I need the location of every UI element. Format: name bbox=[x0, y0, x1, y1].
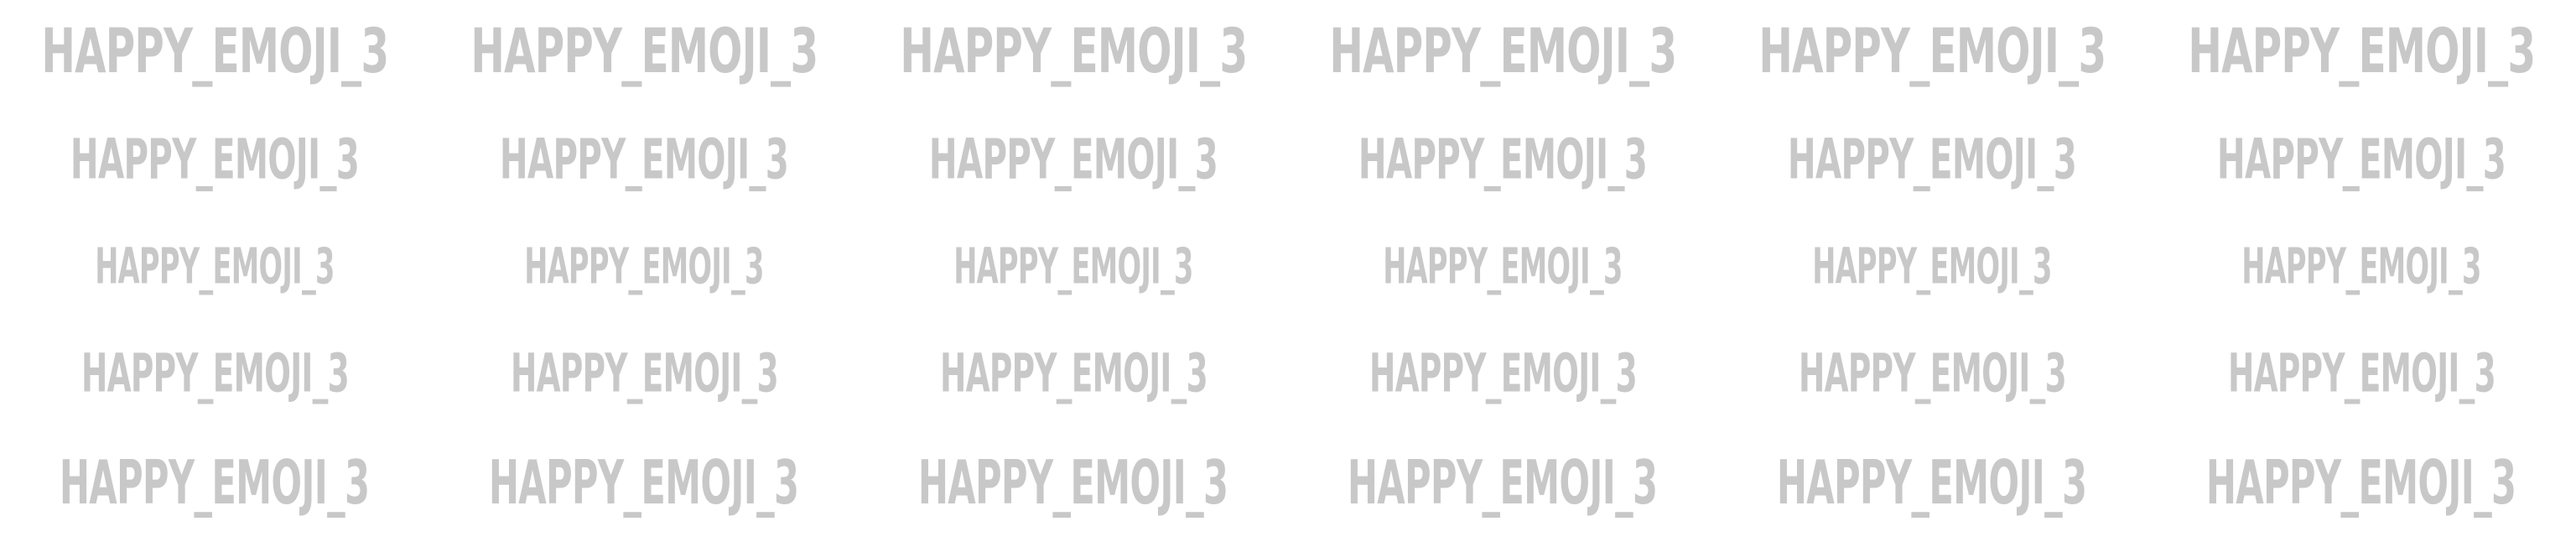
pattern-text: HAPPY_EMOJI_3 bbox=[2206, 448, 2516, 519]
pattern-cell: HAPPY_EMOJI_3 bbox=[429, 324, 859, 425]
pattern-cell: HAPPY_EMOJI_3 bbox=[859, 216, 1288, 317]
pattern-cell: HAPPY_EMOJI_3 bbox=[1717, 433, 2147, 534]
pattern-text: HAPPY_EMOJI_3 bbox=[1812, 237, 2052, 296]
pattern-text: HAPPY_EMOJI_3 bbox=[1358, 127, 1648, 192]
pattern-text: HAPPY_EMOJI_3 bbox=[70, 127, 360, 192]
pattern-cell: HAPPY_EMOJI_3 bbox=[2147, 109, 2576, 210]
pattern-cell: HAPPY_EMOJI_3 bbox=[0, 0, 429, 101]
pattern-text: HAPPY_EMOJI_3 bbox=[2227, 343, 2496, 405]
pattern-cell: HAPPY_EMOJI_3 bbox=[0, 216, 429, 317]
pattern-text: HAPPY_EMOJI_3 bbox=[918, 448, 1228, 519]
pattern-cell: HAPPY_EMOJI_3 bbox=[2147, 216, 2576, 317]
pattern-cell: HAPPY_EMOJI_3 bbox=[0, 109, 429, 210]
pattern-cell: HAPPY_EMOJI_3 bbox=[1717, 0, 2147, 101]
repeated-text-pattern: HAPPY_EMOJI_3 HAPPY_EMOJI_3 HAPPY_EMOJI_… bbox=[0, 0, 2576, 537]
pattern-row-1: HAPPY_EMOJI_3 HAPPY_EMOJI_3 HAPPY_EMOJI_… bbox=[0, 0, 2576, 101]
pattern-cell: HAPPY_EMOJI_3 bbox=[1717, 216, 2147, 317]
pattern-cell: HAPPY_EMOJI_3 bbox=[1288, 324, 1717, 425]
pattern-cell: HAPPY_EMOJI_3 bbox=[859, 109, 1288, 210]
pattern-text: HAPPY_EMOJI_3 bbox=[953, 237, 1193, 296]
pattern-cell: HAPPY_EMOJI_3 bbox=[1288, 0, 1717, 101]
pattern-text: HAPPY_EMOJI_3 bbox=[1348, 448, 1658, 519]
pattern-cell: HAPPY_EMOJI_3 bbox=[429, 433, 859, 534]
pattern-cell: HAPPY_EMOJI_3 bbox=[2147, 324, 2576, 425]
pattern-cell: HAPPY_EMOJI_3 bbox=[429, 216, 859, 317]
pattern-text: HAPPY_EMOJI_3 bbox=[80, 343, 350, 405]
pattern-cell: HAPPY_EMOJI_3 bbox=[1288, 109, 1717, 210]
pattern-row-5: HAPPY_EMOJI_3 HAPPY_EMOJI_3 HAPPY_EMOJI_… bbox=[0, 433, 2576, 534]
pattern-text: HAPPY_EMOJI_3 bbox=[60, 448, 370, 519]
pattern-text: HAPPY_EMOJI_3 bbox=[1787, 127, 2077, 192]
pattern-cell: HAPPY_EMOJI_3 bbox=[859, 324, 1288, 425]
pattern-cell: HAPPY_EMOJI_3 bbox=[2147, 433, 2576, 534]
pattern-text: HAPPY_EMOJI_3 bbox=[489, 448, 799, 519]
pattern-text: HAPPY_EMOJI_3 bbox=[95, 237, 335, 296]
pattern-cell: HAPPY_EMOJI_3 bbox=[429, 109, 859, 210]
pattern-row-4: HAPPY_EMOJI_3 HAPPY_EMOJI_3 HAPPY_EMOJI_… bbox=[0, 324, 2576, 425]
pattern-row-2: HAPPY_EMOJI_3 HAPPY_EMOJI_3 HAPPY_EMOJI_… bbox=[0, 109, 2576, 210]
pattern-cell: HAPPY_EMOJI_3 bbox=[1288, 433, 1717, 534]
pattern-text: HAPPY_EMOJI_3 bbox=[939, 343, 1208, 405]
pattern-text: HAPPY_EMOJI_3 bbox=[928, 127, 1218, 192]
pattern-text: HAPPY_EMOJI_3 bbox=[470, 13, 818, 87]
pattern-text: HAPPY_EMOJI_3 bbox=[41, 13, 389, 87]
pattern-text: HAPPY_EMOJI_3 bbox=[499, 127, 789, 192]
pattern-text: HAPPY_EMOJI_3 bbox=[1329, 13, 1677, 87]
pattern-text: HAPPY_EMOJI_3 bbox=[524, 237, 764, 296]
pattern-text: HAPPY_EMOJI_3 bbox=[1383, 237, 1623, 296]
pattern-cell: HAPPY_EMOJI_3 bbox=[1717, 324, 2147, 425]
pattern-cell: HAPPY_EMOJI_3 bbox=[859, 433, 1288, 534]
pattern-cell: HAPPY_EMOJI_3 bbox=[0, 433, 429, 534]
pattern-cell: HAPPY_EMOJI_3 bbox=[2147, 0, 2576, 101]
pattern-cell: HAPPY_EMOJI_3 bbox=[1288, 216, 1717, 317]
pattern-text: HAPPY_EMOJI_3 bbox=[900, 13, 1248, 87]
pattern-text: HAPPY_EMOJI_3 bbox=[2216, 127, 2506, 192]
pattern-text: HAPPY_EMOJI_3 bbox=[2241, 237, 2481, 296]
pattern-cell: HAPPY_EMOJI_3 bbox=[0, 324, 429, 425]
pattern-cell: HAPPY_EMOJI_3 bbox=[1717, 109, 2147, 210]
pattern-text: HAPPY_EMOJI_3 bbox=[510, 343, 779, 405]
pattern-text: HAPPY_EMOJI_3 bbox=[1777, 448, 2087, 519]
pattern-text: HAPPY_EMOJI_3 bbox=[1368, 343, 1638, 405]
pattern-cell: HAPPY_EMOJI_3 bbox=[429, 0, 859, 101]
pattern-text: HAPPY_EMOJI_3 bbox=[2188, 13, 2536, 87]
pattern-row-3: HAPPY_EMOJI_3 HAPPY_EMOJI_3 HAPPY_EMOJI_… bbox=[0, 216, 2576, 317]
pattern-text: HAPPY_EMOJI_3 bbox=[1798, 343, 2067, 405]
pattern-text: HAPPY_EMOJI_3 bbox=[1758, 13, 2106, 87]
pattern-cell: HAPPY_EMOJI_3 bbox=[859, 0, 1288, 101]
